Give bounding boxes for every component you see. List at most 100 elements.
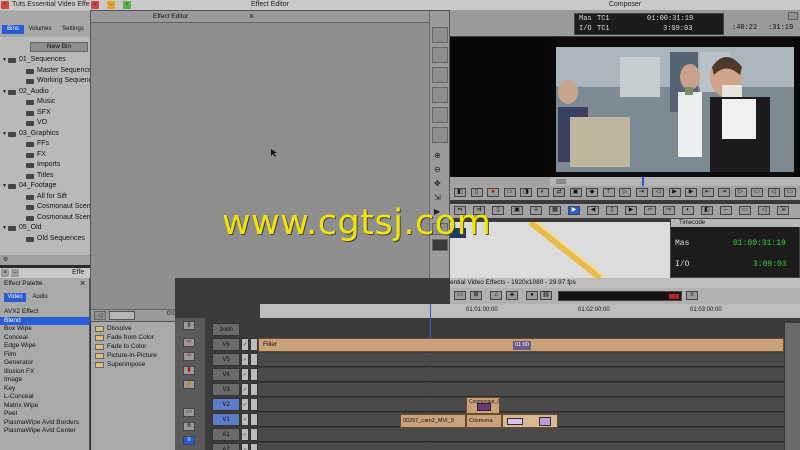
- v1-effects-strip[interactable]: [502, 414, 558, 428]
- bin-tree-item[interactable]: ▼ 04_Footage: [0, 181, 90, 192]
- bin-tree-item[interactable]: FFs: [0, 139, 90, 150]
- composer-position-bar[interactable]: [450, 177, 800, 186]
- lift-icon[interactable]: ⇡: [602, 188, 615, 197]
- go-to-in-icon[interactable]: ⇤: [701, 188, 714, 197]
- next-edit-icon[interactable]: ⇨: [663, 206, 675, 215]
- effect-category[interactable]: Conceal: [0, 334, 90, 343]
- position-indicator[interactable]: [642, 177, 644, 186]
- prev-edit-icon[interactable]: ⇦: [644, 206, 656, 215]
- track-label[interactable]: V2: [212, 398, 240, 411]
- rewind-icon[interactable]: ◀: [587, 206, 599, 215]
- tool-button[interactable]: [432, 107, 448, 123]
- tool-button[interactable]: [432, 67, 448, 83]
- track-label[interactable]: V5: [212, 353, 240, 366]
- track-monitor-icon[interactable]: [250, 338, 258, 351]
- bin-tree-item[interactable]: ▼ 01_Sequences: [0, 55, 90, 66]
- fullscreen-icon[interactable]: ⇲: [777, 206, 789, 215]
- match-frame-icon[interactable]: ▭: [751, 188, 763, 197]
- tool-button[interactable]: [432, 127, 448, 143]
- disclosure-triangle-icon[interactable]: ▼: [2, 87, 7, 98]
- zoom-in-icon[interactable]: ⊕: [434, 151, 441, 160]
- bin-tree-item[interactable]: SFX: [0, 108, 90, 119]
- effect-category[interactable]: Matrix Wipe: [0, 402, 90, 411]
- effect-category[interactable]: AVX2 Effect: [0, 308, 90, 317]
- filler-marker[interactable]: 01:00: [513, 341, 531, 350]
- minimize-icon[interactable]: –: [11, 269, 19, 277]
- track-label[interactable]: V6: [212, 338, 240, 351]
- mark-clip-icon[interactable]: ▯: [470, 188, 483, 197]
- disclosure-triangle-icon[interactable]: ▼: [2, 55, 7, 66]
- replace-icon[interactable]: ◐: [536, 188, 549, 197]
- splice-in-icon[interactable]: ≡: [530, 206, 542, 215]
- keyframe-mode-button[interactable]: [109, 311, 135, 320]
- focus-icon[interactable]: ◈: [506, 291, 518, 300]
- monitor-icon[interactable]: ▭: [183, 408, 195, 417]
- bin-tree-item[interactable]: VO: [0, 118, 90, 129]
- hand-icon[interactable]: ✥: [434, 179, 441, 188]
- track-row[interactable]: [258, 443, 784, 450]
- track-sync-icon[interactable]: ✓: [241, 428, 249, 441]
- track-label[interactable]: V3: [212, 383, 240, 396]
- bin-tree-item[interactable]: Cosmonaut Scene: [0, 202, 95, 213]
- track-monitor-icon[interactable]: [250, 368, 258, 381]
- play-loop-icon[interactable]: ▶: [685, 188, 697, 197]
- extract-icon[interactable]: ▣: [511, 206, 523, 215]
- close-icon[interactable]: ×: [80, 278, 85, 288]
- segment-icon[interactable]: ▯: [492, 206, 504, 215]
- tool-button[interactable]: [432, 47, 448, 63]
- trim-mode-icon[interactable]: ⇔: [720, 206, 732, 215]
- gear-icon[interactable]: ⚙: [3, 256, 8, 263]
- tool-button[interactable]: [432, 87, 448, 103]
- effect-category[interactable]: Film: [0, 351, 90, 360]
- tab-settings[interactable]: Settings: [56, 25, 90, 34]
- timeline-scrollbar[interactable]: [784, 323, 800, 450]
- track-row[interactable]: [258, 398, 784, 412]
- bin-tree-item[interactable]: ▼ 03_Graphics: [0, 129, 90, 140]
- track-row[interactable]: [258, 353, 784, 367]
- mark-icon[interactable]: ◐: [682, 206, 694, 215]
- lift-icon[interactable]: ⇨: [183, 338, 195, 347]
- track-monitor-icon[interactable]: [250, 413, 258, 426]
- bin-tree-item[interactable]: Titles: [0, 171, 90, 182]
- track-sync-icon[interactable]: ✓: [241, 398, 249, 411]
- go-to-out-icon[interactable]: ⇥: [718, 188, 730, 197]
- play-in-out-icon[interactable]: ▷: [734, 188, 747, 197]
- record-track-selector[interactable]: Josh: [212, 323, 240, 336]
- timeline-menu-icon[interactable]: ≡: [686, 291, 698, 300]
- effect-item[interactable]: Fade from Color: [91, 333, 175, 342]
- v1-clip-b[interactable]: Cosmona: [466, 414, 502, 428]
- trim-red-icon[interactable]: ▮: [183, 366, 195, 375]
- segment-mode-icon[interactable]: §: [183, 321, 195, 330]
- track-sync-icon[interactable]: ✓: [241, 413, 249, 426]
- effect-category[interactable]: Key: [0, 385, 90, 394]
- effect-item[interactable]: Dissolve: [91, 324, 175, 333]
- zoom-out-icon[interactable]: ⊖: [434, 165, 441, 174]
- bin-tree-item[interactable]: ▼ 02_Audio: [0, 87, 90, 98]
- effect-category[interactable]: Edge Wipe: [0, 342, 90, 351]
- record-icon[interactable]: ●: [487, 188, 499, 197]
- scroll-handle[interactable]: [556, 179, 566, 184]
- source-monitor[interactable]: [450, 37, 550, 177]
- bin-tree-item[interactable]: ▼ 05_Old: [0, 223, 90, 234]
- effect-category[interactable]: Peel: [0, 410, 90, 419]
- track-row[interactable]: [258, 368, 784, 382]
- overwrite-icon[interactable]: ▦: [549, 206, 561, 215]
- track-sync-icon[interactable]: ✓: [241, 443, 249, 450]
- track-monitor-icon[interactable]: [250, 398, 258, 411]
- swap-icon[interactable]: ⇄: [553, 188, 565, 197]
- play-icon[interactable]: ▶: [668, 188, 681, 197]
- add-edit-icon[interactable]: ◧: [701, 206, 713, 215]
- overwrite-icon[interactable]: ⇨: [183, 352, 195, 361]
- waveform-icon[interactable]: ≋: [183, 422, 195, 431]
- effect-mode-icon[interactable]: ⊞: [470, 291, 482, 300]
- track-label[interactable]: V4: [212, 368, 240, 381]
- bin-tree-item[interactable]: Imports: [0, 160, 90, 171]
- effect-category[interactable]: L-Conceal: [0, 393, 90, 402]
- step-back-icon[interactable]: ◁: [94, 311, 106, 320]
- disclosure-triangle-icon[interactable]: ▼: [2, 223, 7, 234]
- link-icon[interactable]: ⛓: [540, 291, 552, 300]
- tc2-name[interactable]: TC1: [597, 25, 610, 33]
- track-sync-icon[interactable]: ✓: [241, 368, 249, 381]
- trim-yellow-icon[interactable]: ▮: [183, 380, 195, 389]
- audio-tool-icon[interactable]: ♫: [490, 291, 502, 300]
